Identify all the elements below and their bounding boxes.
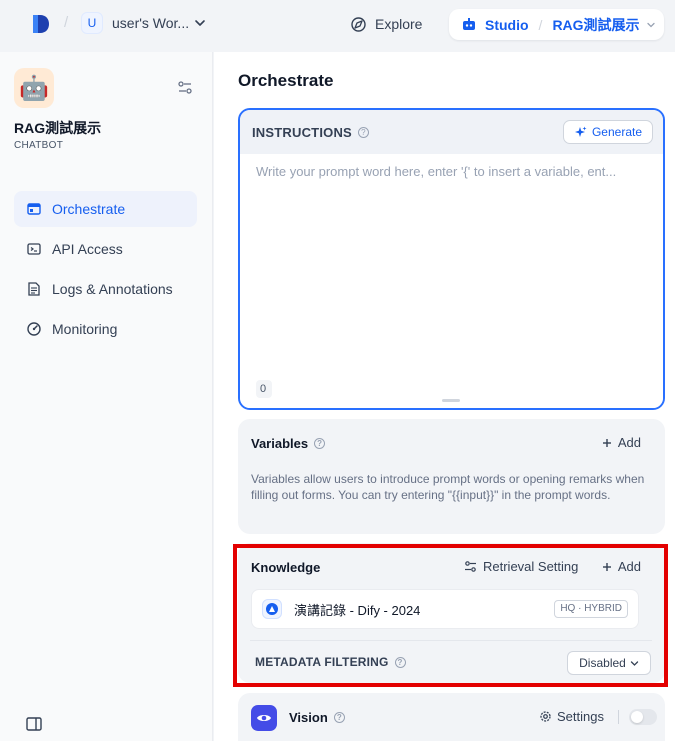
metadata-filtering-label: METADATA FILTERING [255, 655, 389, 669]
add-label: Add [617, 435, 641, 450]
document-icon [28, 282, 40, 296]
dify-logo-icon[interactable] [30, 13, 52, 35]
explore-label: Explore [375, 16, 423, 32]
add-label: Add [617, 559, 641, 574]
variables-label: Variables [251, 436, 309, 451]
top-nav-bar: / U user's Wor... Explore Studio / RAG測試… [0, 0, 675, 48]
help-icon[interactable]: ? [357, 126, 369, 138]
sidebar-item-monitoring[interactable]: Monitoring [14, 311, 197, 347]
main-content: Orchestrate INSTRUCTIONS ? Generate Writ… [214, 52, 675, 741]
help-icon[interactable]: ? [314, 438, 326, 449]
knowledge-label: Knowledge [251, 560, 321, 575]
settings-sliders-icon[interactable] [177, 80, 193, 96]
variables-description: Variables allow users to introduce promp… [251, 472, 645, 502]
studio-label[interactable]: Studio [485, 17, 529, 33]
instructions-panel: INSTRUCTIONS ? Generate Write your promp… [238, 108, 665, 410]
sidebar-item-orchestrate[interactable]: Orchestrate [14, 191, 197, 227]
explore-link[interactable]: Explore [350, 14, 422, 34]
help-icon[interactable]: ? [333, 712, 345, 723]
sidebar-collapse-icon[interactable] [25, 715, 43, 733]
instructions-header: INSTRUCTIONS ? Generate [240, 110, 663, 154]
workspace-avatar[interactable]: U [81, 12, 103, 34]
char-count: 0 [256, 380, 272, 398]
settings-sliders-icon [465, 561, 476, 572]
app-name: RAG測試展示 [14, 120, 102, 136]
vision-toggle[interactable] [629, 709, 657, 725]
sidebar-item-logs-annotations[interactable]: Logs & Annotations [14, 271, 197, 307]
knowledge-item-name: 演講記錄 - Dify - 2024 [294, 602, 421, 618]
help-icon[interactable]: ? [394, 656, 406, 668]
retrieval-setting-button[interactable]: Retrieval Setting [464, 559, 578, 574]
app-selector[interactable]: RAG測試展示 [552, 15, 639, 35]
prompt-editor[interactable]: Write your prompt word here, enter '{' t… [240, 154, 663, 408]
metadata-filtering-value: Disabled [579, 656, 626, 670]
vision-label: Vision [289, 710, 328, 725]
plus-icon [602, 438, 611, 447]
breadcrumb-separator: / [64, 14, 69, 31]
app-type: CHATBOT [14, 140, 64, 151]
add-variable-button[interactable]: Add [602, 435, 641, 450]
vision-header: Vision ? [289, 710, 345, 725]
eye-icon [251, 705, 277, 731]
page-title: Orchestrate [238, 71, 334, 90]
knowledge-panel: Knowledge Retrieval Setting Add 演講記錄 - D… [238, 543, 665, 683]
compass-icon [351, 16, 366, 32]
breadcrumb-separator: / [538, 16, 543, 33]
plus-icon [602, 562, 611, 571]
generate-label: Generate [591, 125, 643, 139]
add-knowledge-button[interactable]: Add [602, 559, 641, 574]
instructions-label: INSTRUCTIONS [252, 124, 352, 140]
divider [618, 710, 619, 724]
retrieval-setting-label: Retrieval Setting [483, 559, 579, 574]
gear-icon [540, 711, 551, 722]
prompt-placeholder: Write your prompt word here, enter '{' t… [256, 164, 617, 179]
retrieval-mode-badge: HQ · HYBRID [554, 600, 628, 618]
sidebar-item-label: Logs & Annotations [52, 281, 173, 297]
metadata-filtering-header: METADATA FILTERING ? [255, 655, 406, 669]
sidebar-item-label: Monitoring [52, 321, 118, 337]
app-avatar: 🤖 [14, 68, 54, 108]
variables-header: Variables ? [251, 436, 326, 451]
generate-button[interactable]: Generate [563, 120, 653, 144]
divider [250, 640, 652, 641]
metadata-filtering-select[interactable]: Disabled [567, 651, 651, 675]
workspace-name[interactable]: user's Wor... [112, 15, 189, 31]
studio-nav[interactable]: Studio / RAG測試展示 [449, 9, 664, 40]
dashboard-icon [27, 322, 41, 336]
knowledge-header: Knowledge [251, 560, 320, 575]
robot-icon [463, 17, 475, 30]
sidebar: 🤖 RAG測試展示 CHATBOT Orchestrate API Access [0, 52, 213, 741]
resize-handle[interactable] [442, 399, 460, 402]
sidebar-item-api-access[interactable]: API Access [14, 231, 197, 267]
sidebar-item-label: Orchestrate [52, 201, 126, 217]
layout-icon [27, 203, 41, 215]
chevron-down-icon[interactable] [646, 20, 656, 30]
sparkle-icon [574, 126, 587, 137]
variables-panel: Variables ? Add Variables allow users to… [238, 419, 665, 534]
settings-label: Settings [557, 709, 604, 724]
terminal-icon [27, 243, 41, 255]
chevron-down-icon [630, 660, 638, 666]
vision-settings-button[interactable]: Settings [539, 709, 604, 724]
sidebar-nav: Orchestrate API Access Logs & Annotation… [14, 191, 197, 351]
dataset-icon [262, 599, 282, 619]
sidebar-item-label: API Access [52, 241, 123, 257]
vision-panel: Vision ? Settings [238, 693, 665, 741]
chevron-down-icon[interactable] [193, 16, 207, 30]
knowledge-item[interactable]: 演講記錄 - Dify - 2024 HQ · HYBRID [251, 589, 639, 629]
